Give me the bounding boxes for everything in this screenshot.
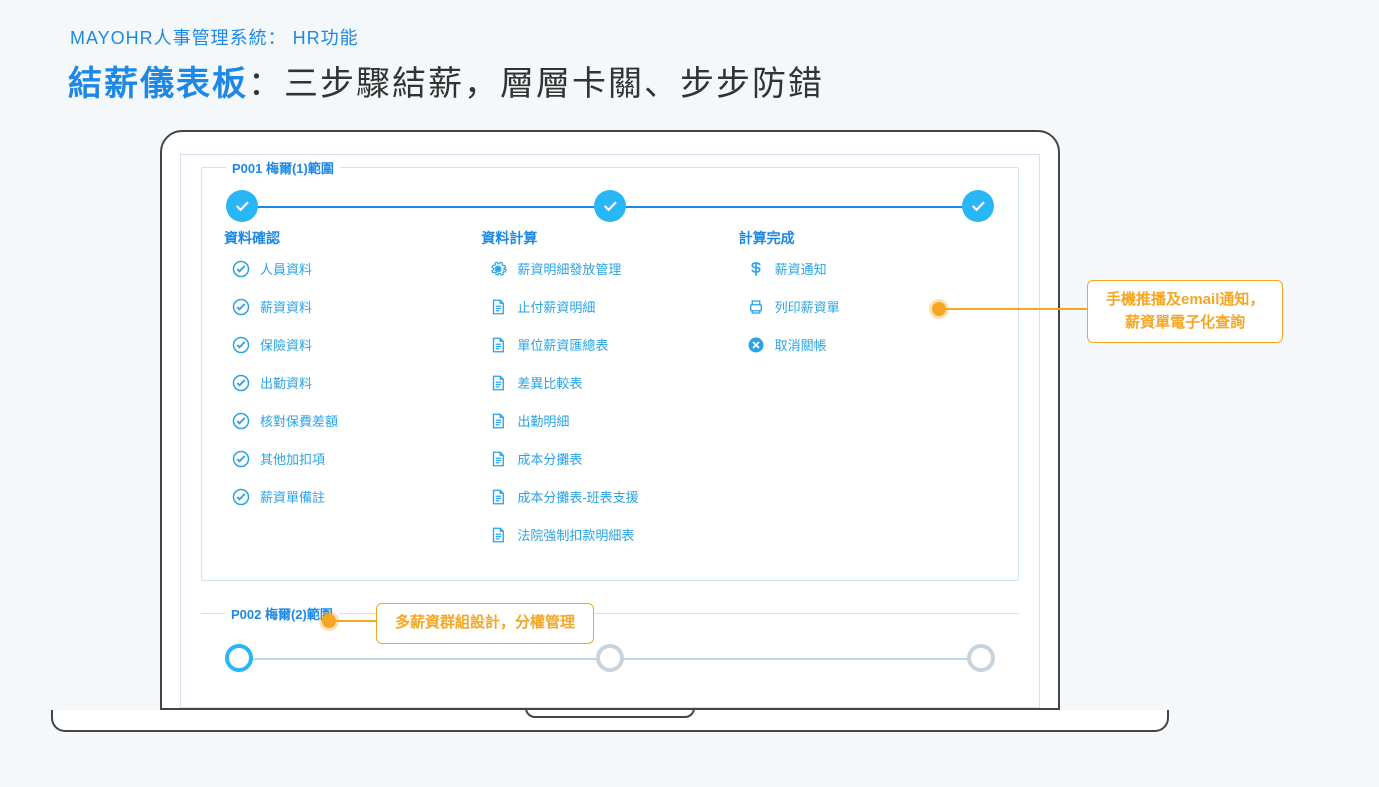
item-label: 法院強制扣款明細表 — [517, 529, 634, 542]
item-label: 人員資料 — [260, 263, 312, 276]
dollar-icon — [747, 260, 765, 278]
gear-icon — [489, 260, 507, 278]
check-icon — [601, 197, 619, 215]
item-label: 其他加扣項 — [260, 453, 325, 466]
step-columns: 資料確認 人員資料 薪資資料 保險資料 出勤資料 核對保費差額 其他加扣項 薪資… — [224, 228, 996, 564]
document-icon — [489, 374, 507, 392]
callout-right: 手機推播及email通知， 薪資單電子化查詢 — [1087, 280, 1283, 343]
title-accent: 結薪儀表板 — [68, 65, 248, 103]
callout-right-line1: 手機推播及email通知， — [1106, 291, 1264, 308]
item-stop-pay-detail[interactable]: 止付薪資明細 — [489, 298, 738, 316]
document-icon — [489, 412, 507, 430]
check-icon — [233, 197, 251, 215]
column-data-calc: 資料計算 薪資明細發放管理 止付薪資明細 單位薪資匯總表 差異比較表 出勤明細 … — [481, 228, 738, 564]
payroll-group-1: P001 梅爾(1)範圍 資料確認 — [201, 167, 1019, 581]
column-data-confirm: 資料確認 人員資料 薪資資料 保險資料 出勤資料 核對保費差額 其他加扣項 薪資… — [224, 228, 481, 564]
item-diff-compare[interactable]: 差異比較表 — [489, 374, 738, 392]
document-icon — [489, 336, 507, 354]
item-payslip-remark[interactable]: 薪資單備註 — [232, 488, 481, 506]
callout-bottom: 多薪資群組設計，分權管理 — [376, 603, 594, 644]
callout-connector-bottom — [336, 620, 376, 622]
step-progress-bar — [226, 190, 994, 222]
x-circle-icon — [747, 336, 765, 354]
document-icon — [489, 450, 507, 468]
item-cost-alloc-shift[interactable]: 成本分攤表-班表支援 — [489, 488, 738, 506]
step-node-2[interactable] — [594, 190, 626, 222]
step-node-1[interactable] — [226, 190, 258, 222]
document-icon — [489, 488, 507, 506]
item-label: 出勤資料 — [260, 377, 312, 390]
step2-node-1[interactable] — [225, 644, 253, 672]
step2-node-2[interactable] — [596, 644, 624, 672]
item-label: 核對保費差額 — [260, 415, 338, 428]
check-icon — [969, 197, 987, 215]
item-label: 成本分攤表 — [517, 453, 582, 466]
item-salary-notify[interactable]: 薪資通知 — [747, 260, 996, 278]
item-attendance-data[interactable]: 出勤資料 — [232, 374, 481, 392]
item-label: 取消關帳 — [775, 339, 827, 352]
item-print-payslip[interactable]: 列印薪資單 — [747, 298, 996, 316]
item-cost-alloc[interactable]: 成本分攤表 — [489, 450, 738, 468]
laptop-screen: P001 梅爾(1)範圍 資料確認 — [160, 130, 1060, 710]
item-label: 薪資資料 — [260, 301, 312, 314]
item-label: 薪資明細發放管理 — [517, 263, 621, 276]
col1-items: 人員資料 薪資資料 保險資料 出勤資料 核對保費差額 其他加扣項 薪資單備註 — [224, 260, 481, 506]
callout-marker-bottom — [322, 614, 336, 628]
group1-legend: P001 梅爾(1)範圍 — [226, 158, 340, 177]
page-title: 結薪儀表板：三步驟結薪，層層卡關、步步防錯 — [68, 56, 824, 105]
document-icon — [489, 526, 507, 544]
check-circle-icon — [232, 412, 250, 430]
item-label: 列印薪資單 — [775, 301, 840, 314]
step2-node-3[interactable] — [967, 644, 995, 672]
item-unit-summary[interactable]: 單位薪資匯總表 — [489, 336, 738, 354]
step-node-3[interactable] — [962, 190, 994, 222]
item-label: 止付薪資明細 — [517, 301, 595, 314]
item-label: 成本分攤表-班表支援 — [517, 491, 638, 504]
laptop-illustration: P001 梅爾(1)範圍 資料確認 — [50, 130, 1170, 732]
title-rest: ：三步驟結薪，層層卡關、步步防錯 — [248, 65, 824, 103]
step-progress-bar-2 — [225, 644, 995, 674]
item-insurance-data[interactable]: 保險資料 — [232, 336, 481, 354]
item-other-adjustments[interactable]: 其他加扣項 — [232, 450, 481, 468]
item-attendance-detail[interactable]: 出勤明細 — [489, 412, 738, 430]
callout-connector-right — [946, 308, 1087, 310]
col1-title: 資料確認 — [224, 228, 481, 248]
item-salary-data[interactable]: 薪資資料 — [232, 298, 481, 316]
column-calc-done: 計算完成 薪資通知 列印薪資單 取消關帳 — [739, 228, 996, 564]
item-payroll-detail-mgmt[interactable]: 薪資明細發放管理 — [489, 260, 738, 278]
col3-title: 計算完成 — [739, 228, 996, 248]
item-label: 薪資單備註 — [260, 491, 325, 504]
item-label: 差異比較表 — [517, 377, 582, 390]
print-icon — [747, 298, 765, 316]
item-label: 單位薪資匯總表 — [517, 339, 608, 352]
dashboard-panel: P001 梅爾(1)範圍 資料確認 — [180, 154, 1040, 708]
eyebrow-text: MAYOHR人事管理系統： HR功能 — [70, 24, 359, 50]
callout-marker-right — [932, 302, 946, 316]
item-label: 出勤明細 — [517, 415, 569, 428]
item-premium-diff[interactable]: 核對保費差額 — [232, 412, 481, 430]
item-label: 薪資通知 — [775, 263, 827, 276]
col2-title: 資料計算 — [481, 228, 738, 248]
laptop-base — [51, 710, 1169, 732]
item-label: 保險資料 — [260, 339, 312, 352]
check-circle-icon — [232, 298, 250, 316]
item-cancel-close[interactable]: 取消關帳 — [747, 336, 996, 354]
laptop-notch — [525, 708, 695, 718]
item-court-deduction[interactable]: 法院強制扣款明細表 — [489, 526, 738, 544]
check-circle-icon — [232, 336, 250, 354]
check-circle-icon — [232, 374, 250, 392]
check-circle-icon — [232, 260, 250, 278]
item-personnel-data[interactable]: 人員資料 — [232, 260, 481, 278]
callout-right-line2: 薪資單電子化查詢 — [1125, 314, 1245, 331]
col3-items: 薪資通知 列印薪資單 取消關帳 — [739, 260, 996, 354]
check-circle-icon — [232, 488, 250, 506]
check-circle-icon — [232, 450, 250, 468]
document-icon — [489, 298, 507, 316]
col2-items: 薪資明細發放管理 止付薪資明細 單位薪資匯總表 差異比較表 出勤明細 成本分攤表… — [481, 260, 738, 544]
